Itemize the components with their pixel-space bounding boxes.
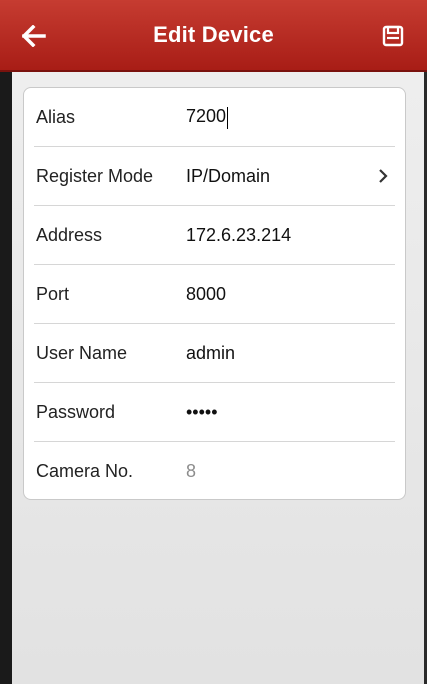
alias-value: 7200 bbox=[186, 106, 227, 127]
page-title: Edit Device bbox=[153, 22, 274, 47]
register-mode-row[interactable]: Register Mode IP/Domain bbox=[24, 147, 405, 206]
user-name-input[interactable]: admin bbox=[186, 343, 235, 364]
password-row[interactable]: Password ••••• bbox=[24, 383, 405, 442]
text-cursor bbox=[227, 106, 229, 129]
arrow-left-icon bbox=[22, 25, 46, 47]
save-button[interactable] bbox=[379, 22, 407, 50]
camera-no-row: Camera No. 8 bbox=[24, 442, 405, 501]
port-label: Port bbox=[36, 284, 70, 304]
alias-label: Alias bbox=[36, 107, 76, 127]
port-input[interactable]: 8000 bbox=[186, 284, 226, 305]
register-mode-label: Register Mode bbox=[36, 166, 154, 186]
camera-no-label: Camera No. bbox=[36, 461, 134, 481]
address-row[interactable]: Address 172.6.23.214 bbox=[24, 206, 405, 265]
left-frame-edge bbox=[0, 72, 12, 684]
alias-input[interactable]: 7200 bbox=[186, 106, 229, 129]
chevron-right-icon bbox=[379, 169, 388, 183]
camera-no-value: 8 bbox=[186, 461, 197, 481]
password-input[interactable]: ••••• bbox=[186, 402, 218, 423]
register-mode-value: IP/Domain bbox=[186, 166, 271, 186]
password-label: Password bbox=[36, 402, 116, 422]
user-name-label: User Name bbox=[36, 343, 128, 363]
floppy-save-icon bbox=[382, 25, 404, 47]
address-input[interactable]: 172.6.23.214 bbox=[186, 225, 291, 246]
top-bar: Edit Device bbox=[0, 0, 427, 72]
alias-row[interactable]: Alias 7200 bbox=[24, 88, 405, 147]
address-label: Address bbox=[36, 225, 103, 245]
device-form-card: Alias 7200 Register Mode IP/Domain Addre… bbox=[23, 87, 406, 500]
user-name-row[interactable]: User Name admin bbox=[24, 324, 405, 383]
port-row[interactable]: Port 8000 bbox=[24, 265, 405, 324]
back-button[interactable] bbox=[20, 22, 48, 50]
